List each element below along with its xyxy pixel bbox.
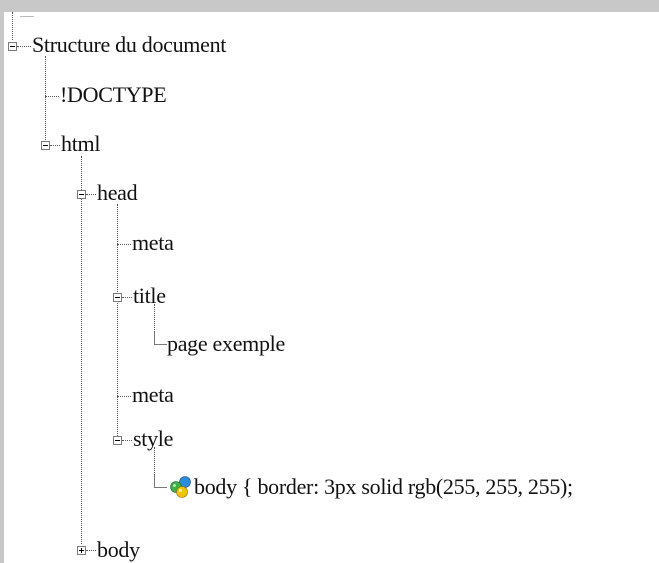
collapse-title-toggle[interactable] bbox=[113, 293, 122, 302]
connector-doctype bbox=[45, 96, 59, 97]
collapse-root-toggle[interactable] bbox=[8, 42, 17, 51]
dom-tree-panel: Structure du document !DOCTYPE html head… bbox=[4, 12, 659, 563]
connector-html bbox=[50, 145, 60, 146]
tree-node-structure[interactable]: Structure du document bbox=[32, 33, 226, 57]
connector-title bbox=[122, 297, 132, 298]
scroll-stub bbox=[20, 12, 34, 17]
connector-style bbox=[122, 440, 132, 441]
tree-node-doctype[interactable]: !DOCTYPE bbox=[60, 83, 167, 107]
tree-guide-level2 bbox=[81, 156, 82, 544]
tree-node-title[interactable]: title bbox=[133, 284, 166, 308]
connector-style-rule bbox=[154, 475, 167, 488]
tree-guide-level3 bbox=[117, 204, 118, 444]
tree-node-style[interactable]: style bbox=[133, 427, 173, 451]
connector-head bbox=[86, 194, 96, 195]
collapse-head-toggle[interactable] bbox=[77, 190, 86, 199]
tree-node-body[interactable]: body bbox=[97, 538, 140, 562]
connector-meta2 bbox=[117, 396, 131, 397]
tree-node-page-exemple[interactable]: page exemple bbox=[167, 332, 285, 356]
tree-node-meta[interactable]: meta bbox=[132, 231, 174, 255]
tree-guide-level1 bbox=[45, 56, 46, 140]
tree-guide-root bbox=[12, 12, 13, 40]
tree-node-html[interactable]: html bbox=[61, 132, 100, 156]
collapse-style-toggle[interactable] bbox=[113, 436, 122, 445]
connector-title-text bbox=[154, 332, 167, 345]
connector-body bbox=[86, 550, 96, 551]
expand-body-toggle[interactable] bbox=[77, 546, 86, 555]
connector-meta1 bbox=[117, 244, 131, 245]
collapse-html-toggle[interactable] bbox=[41, 141, 50, 150]
tree-node-meta-2[interactable]: meta bbox=[132, 383, 174, 407]
connector-root bbox=[17, 46, 31, 47]
tree-node-style-rule[interactable]: body { border: 3px solid rgb(255, 255, 2… bbox=[194, 475, 573, 499]
tree-node-head[interactable]: head bbox=[97, 181, 138, 205]
css-rule-icon bbox=[170, 476, 191, 498]
